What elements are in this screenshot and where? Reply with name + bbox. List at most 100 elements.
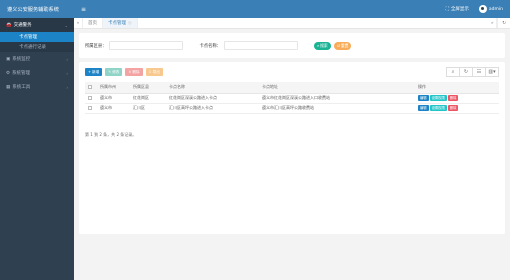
chevron-right-icon: ›	[66, 84, 68, 90]
sidebar-group-label: 交通警务	[13, 23, 32, 28]
sidebar-item-checkpoint-manage[interactable]: 卡点管理	[0, 32, 74, 42]
table-tools: ⌕ ↻ ☷ ▥▾	[446, 67, 499, 77]
tab-home[interactable]: 首页	[83, 18, 103, 28]
table-row[interactable]: 遵义市 汇川区 汇川区高坪公路进入卡点 遵义市汇川区高坪公路收费站 编辑 设置权限…	[85, 103, 499, 114]
row-delete-button[interactable]: 删除	[447, 105, 459, 111]
reset-icon: ↺	[336, 43, 340, 48]
cell-name: 汇川区高坪公路进入卡点	[166, 103, 259, 114]
header-name[interactable]: 卡点名称	[166, 82, 259, 94]
cell-city: 遵义市	[97, 93, 130, 104]
columns-icon[interactable]: ▥▾	[485, 67, 499, 77]
fullscreen-icon: ⛶	[445, 7, 449, 12]
toggle-view-icon[interactable]: ☷	[472, 67, 486, 77]
sidebar-group-tools[interactable]: ▦ 系统工具 ›	[0, 80, 74, 94]
refresh-tab-button[interactable]: ↻	[497, 18, 510, 28]
checkpoint-table: 所属市州 所属区县 卡点名称 卡点地址 操作 遵义市 红花岗区 红花岗区深溪公路…	[85, 82, 499, 114]
chevron-right-icon: ›	[66, 56, 68, 62]
download-icon: ⇩	[148, 70, 152, 74]
cell-district: 红花岗区	[130, 93, 166, 104]
top-navbar: ≡ ⛶ 全屏显示 admin	[74, 0, 510, 18]
search-button-label: 搜索	[320, 42, 328, 48]
cell-city: 遵义市	[97, 103, 130, 114]
sidebar-group-label: 系统工具	[12, 85, 31, 90]
sidebar-group-label: 系统监控	[12, 57, 31, 62]
delete-label: 删除	[132, 69, 140, 74]
tab-label: 首页	[88, 21, 97, 26]
tab-scroll-left-icon[interactable]: «	[74, 18, 83, 28]
sidebar: 遵义公安服务辅助系统 🚘 交通警务 ⌄ 卡点管理 卡点通行记录 ▣ 系统监控 › ⚙…	[0, 0, 74, 280]
cell-ops: 编辑 设置权限 删除	[415, 103, 499, 114]
table-row[interactable]: 遵义市 红花岗区 红花岗区深溪公路进入卡点 遵义市红花岗区深溪公路进入口收费站 …	[85, 93, 499, 104]
refresh-icon: ↻	[502, 20, 506, 26]
fullscreen-button[interactable]: ⛶ 全屏显示	[446, 6, 469, 12]
cell-district: 汇川区	[130, 103, 166, 114]
plus-icon: +	[88, 70, 92, 74]
sidebar-item-label: 卡点通行记录	[19, 45, 46, 50]
row-permission-button[interactable]: 设置权限	[429, 95, 447, 101]
username: admin	[488, 6, 503, 12]
row-checkbox[interactable]	[85, 103, 97, 114]
edit-icon: ✎	[108, 70, 112, 74]
edit-button[interactable]: ✎ 修改	[105, 68, 123, 76]
search-button[interactable]: ⌕ 搜索	[313, 41, 331, 50]
menu-toggle-icon[interactable]: ≡	[81, 6, 86, 13]
row-edit-button[interactable]: 编辑	[418, 105, 429, 111]
row-permission-button[interactable]: 设置权限	[429, 105, 447, 111]
video-icon: ▣	[6, 56, 11, 62]
sidebar-group-monitor[interactable]: ▣ 系统监控 ›	[0, 52, 74, 66]
header-district[interactable]: 所属区县	[130, 82, 166, 94]
wrench-icon: ▦	[6, 84, 11, 90]
fullscreen-label: 全屏显示	[450, 7, 469, 12]
name-label: 卡点名称：	[199, 43, 221, 49]
select-all-checkbox[interactable]	[85, 82, 97, 94]
tab-scroll-right-icon[interactable]: »	[488, 18, 498, 28]
cell-ops: 编辑 设置权限 删除	[415, 93, 499, 104]
reset-button-label: 重置	[340, 42, 349, 48]
header-city[interactable]: 所属市州	[97, 82, 130, 94]
row-delete-button[interactable]: 删除	[447, 95, 459, 101]
edit-label: 修改	[112, 69, 120, 74]
add-label: 新增	[92, 69, 100, 74]
tab-bar: « 首页 卡点管理 ⓧ » ↻	[74, 18, 510, 29]
chevron-right-icon: ›	[66, 70, 68, 76]
delete-button[interactable]: ✕ 删除	[125, 68, 143, 76]
gear-icon: ⚙	[6, 70, 11, 76]
header-address[interactable]: 卡点地址	[259, 82, 415, 94]
cell-name: 红花岗区深溪公路进入卡点	[166, 93, 259, 104]
sidebar-item-label: 卡点管理	[19, 35, 37, 40]
app-title: 遵义公安服务辅助系统	[7, 6, 59, 13]
app-logo: 遵义公安服务辅助系统	[0, 0, 74, 18]
pagination-info: 第 1 到 2 条，共 2 条记录。	[85, 132, 137, 137]
table-header-row: 所属市州 所属区县 卡点名称 卡点地址 操作	[85, 82, 499, 94]
search-toggle-icon[interactable]: ⌕	[446, 67, 460, 77]
cell-address: 遵义市汇川区高坪公路收费站	[259, 103, 415, 114]
export-button[interactable]: ⇩ 导出	[145, 68, 163, 76]
sidebar-group-system[interactable]: ⚙ 系统管理 ›	[0, 66, 74, 80]
sidebar-group-label: 系统管理	[12, 71, 31, 76]
row-checkbox[interactable]	[85, 93, 97, 104]
add-button[interactable]: + 新增	[85, 68, 103, 76]
close-icon[interactable]: ⓧ	[128, 21, 132, 26]
name-input[interactable]	[223, 41, 298, 50]
chevron-down-icon: ⌄	[64, 22, 68, 28]
search-icon: ⌕	[316, 43, 320, 48]
avatar	[478, 5, 487, 13]
table-toolbar: + 新增 ✎ 修改 ✕ 删除 ⇩ 导出	[85, 68, 163, 76]
area-input[interactable]	[109, 41, 184, 50]
cell-address: 遵义市红花岗区深溪公路进入口收费站	[259, 93, 415, 104]
header-ops: 操作	[415, 82, 499, 94]
reset-button[interactable]: ↺ 重置	[333, 41, 352, 50]
refresh-icon[interactable]: ↻	[459, 67, 473, 77]
car-icon: 🚘	[6, 22, 12, 28]
delete-icon: ✕	[128, 70, 132, 74]
row-edit-button[interactable]: 编辑	[418, 95, 429, 101]
export-label: 导出	[152, 69, 160, 74]
tab-label: 卡点管理	[108, 21, 126, 26]
tab-checkpoint-manage[interactable]: 卡点管理 ⓧ	[103, 18, 138, 28]
table-panel: + 新增 ✎ 修改 ✕ 删除 ⇩ 导出 ⌕ ↻ ☷ ▥▾ 所属市州 所属区县 卡点名称 …	[79, 62, 505, 234]
sidebar-item-checkpoint-records[interactable]: 卡点通行记录	[0, 42, 74, 52]
area-label: 所属区县：	[85, 43, 107, 49]
search-form: 所属区县： 卡点名称： ⌕ 搜索 ↺ 重置	[79, 33, 505, 58]
user-menu[interactable]: admin	[478, 5, 503, 13]
sidebar-group-traffic[interactable]: 🚘 交通警务 ⌄	[0, 18, 74, 32]
